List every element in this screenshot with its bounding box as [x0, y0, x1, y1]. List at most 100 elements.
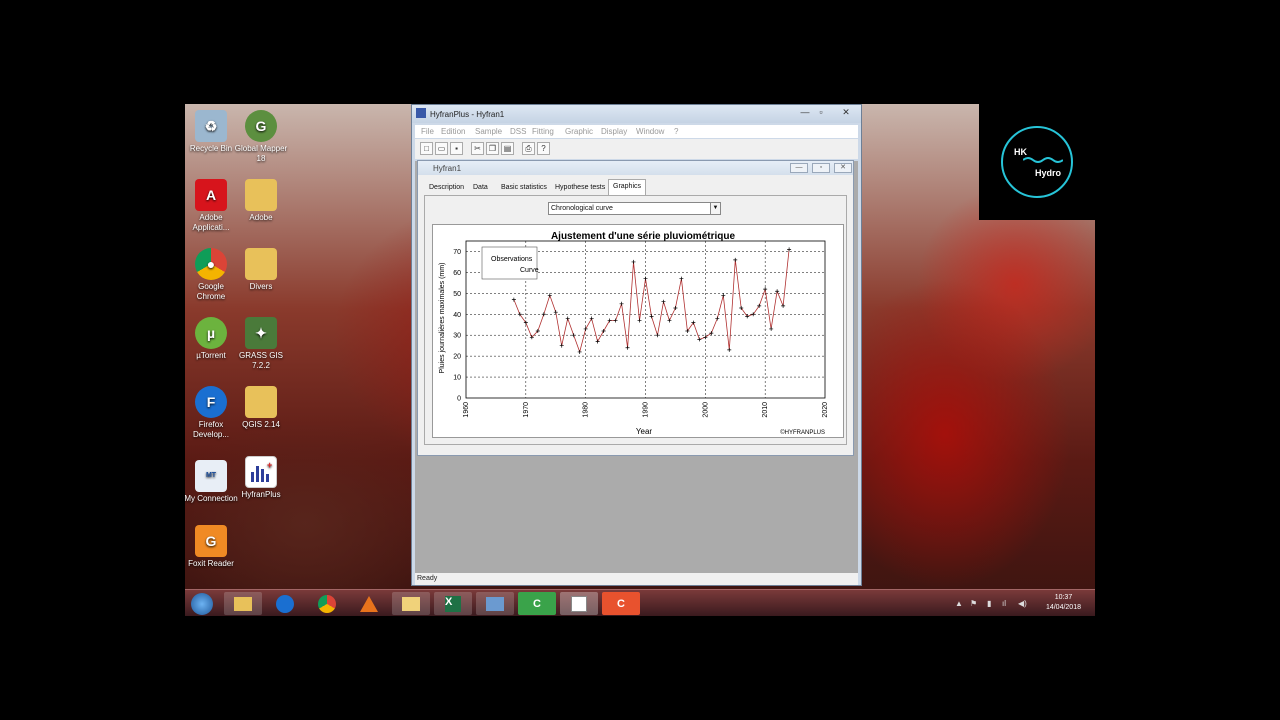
folder-icon[interactable]: [392, 592, 430, 615]
y-tick-label: 10: [453, 375, 461, 382]
menu-edition[interactable]: Edition: [441, 127, 465, 136]
desktop-icon-foxit-reader[interactable]: G Foxit Reader: [185, 525, 239, 569]
y-tick-label: 30: [453, 333, 461, 340]
global-mapper-icon: G: [245, 110, 277, 142]
svg-text:+: +: [267, 460, 272, 470]
y-axis-label: Pluies journalières maximales (mm): [439, 263, 446, 374]
network-icon[interactable]: ıl: [1002, 599, 1006, 608]
maroc-telecom-icon: MT: [195, 460, 227, 492]
x-tick-label: 2010: [762, 402, 769, 418]
desktop-icon-google-chrome[interactable]: ● Google Chrome: [185, 248, 239, 302]
menu-fitting[interactable]: Fitting: [532, 127, 554, 136]
graphic-type-select[interactable]: Chronological curve ▼: [548, 202, 721, 215]
desktop-icon-hyfranplus[interactable]: + HyfranPlus: [233, 456, 289, 500]
desktop-icon-global-mapper[interactable]: G Global Mapper 18: [233, 110, 289, 164]
window-icon[interactable]: [476, 592, 514, 615]
x-tick-label: 1990: [643, 402, 650, 418]
print-icon[interactable]: ⎙: [522, 142, 535, 155]
new-icon[interactable]: □: [420, 142, 433, 155]
y-tick-label: 50: [453, 291, 461, 298]
desktop-icon-utorrent[interactable]: µ µTorrent: [185, 317, 239, 361]
chevron-down-icon[interactable]: ▼: [710, 203, 720, 214]
menu-window[interactable]: Window: [636, 127, 664, 136]
window-titlebar[interactable]: HyfranPlus - Hyfran1 — ▫ ✕: [412, 105, 861, 123]
legend: Observations Curve: [481, 246, 539, 280]
matlab-icon[interactable]: [350, 592, 388, 615]
child-titlebar[interactable]: Hyfran1 — ▫ ✕: [418, 161, 853, 175]
camtasia-icon[interactable]: C: [518, 592, 556, 615]
maximize-button[interactable]: ▫: [811, 106, 831, 118]
hyfran-icon[interactable]: [560, 592, 598, 615]
tray-expand-icon[interactable]: ▲: [955, 599, 963, 608]
grass-gis-icon: ✦: [245, 317, 277, 349]
excel-icon[interactable]: X: [434, 592, 472, 615]
menu-help[interactable]: ?: [674, 127, 678, 136]
paste-icon[interactable]: ▤: [501, 142, 514, 155]
x-axis-label: Year: [636, 427, 653, 436]
battery-icon[interactable]: ▮: [987, 599, 991, 608]
tab-basic-statistics[interactable]: Basic statistics: [497, 181, 551, 195]
x-tick-label: 2020: [822, 402, 829, 418]
menu-bar: File Edition Sample DSS Fitting Graphic …: [415, 125, 858, 138]
menu-dss[interactable]: DSS: [510, 127, 526, 136]
tab-hypothese-tests[interactable]: Hypothese tests: [551, 181, 609, 195]
legend-box: [481, 246, 538, 280]
chart-panel: Ajustement d'une série pluviométrique Pl…: [432, 224, 844, 438]
hyfran-app-icon: [416, 108, 426, 118]
volume-icon[interactable]: ◀): [1018, 599, 1027, 608]
y-tick-label: 20: [453, 354, 461, 361]
menu-display[interactable]: Display: [601, 127, 627, 136]
close-button[interactable]: ✕: [836, 106, 856, 118]
wave-icon: [1023, 157, 1063, 163]
desktop-icon-adobe-folder[interactable]: Adobe: [233, 179, 289, 223]
child-title: Hyfran1: [433, 164, 462, 173]
x-tick-label: 1980: [583, 402, 590, 418]
adobe-icon: A: [195, 179, 227, 211]
utorrent-icon: µ: [195, 317, 227, 349]
child-minimize-button[interactable]: —: [790, 163, 808, 173]
action-center-icon[interactable]: ⚑: [970, 599, 977, 608]
chart-title: Ajustement d'une série pluviométrique: [551, 231, 736, 242]
x-tick-label: 1960: [463, 402, 470, 418]
save-icon[interactable]: ▪: [450, 142, 463, 155]
tab-description[interactable]: Description: [425, 181, 468, 195]
channel-logo: HK Hydro: [979, 104, 1095, 220]
taskbar: X C C ▲ ⚑ ▮ ıl ◀) 10:37 14/04/2018: [185, 589, 1095, 616]
desktop-icon-qgis[interactable]: QGIS 2.14: [233, 386, 289, 430]
tab-graphics[interactable]: Graphics: [608, 179, 647, 195]
chart-watermark: ©HYFRANPLUS: [780, 429, 825, 436]
copy-icon[interactable]: ❐: [486, 142, 499, 155]
child-close-button[interactable]: ✕: [834, 163, 852, 173]
status-bar: Ready: [415, 573, 858, 585]
clock[interactable]: 10:37 14/04/2018: [1046, 593, 1081, 613]
y-tick-label: 60: [453, 270, 461, 277]
camtasia-rec-icon[interactable]: C: [602, 592, 640, 615]
clock-time: 10:37: [1054, 594, 1073, 601]
firefox-icon[interactable]: [266, 592, 304, 615]
desktop-icon-my-connection[interactable]: MT My Connection: [185, 460, 239, 504]
desktop-icon-adobe-applications[interactable]: A Adobe Applicati...: [185, 179, 239, 233]
desktop-icon-firefox-developer[interactable]: F Firefox Develop...: [185, 386, 239, 440]
explorer-icon[interactable]: [224, 592, 262, 615]
desktop-icon-grass-gis[interactable]: ✦ GRASS GIS 7.2.2: [233, 317, 289, 371]
chart-svg: Ajustement d'une série pluviométrique Pl…: [439, 231, 829, 436]
desktop-icon-divers-folder[interactable]: Divers: [233, 248, 289, 292]
hyfran1-child-window: Hyfran1 — ▫ ✕ Description Data Basic sta…: [417, 160, 854, 456]
cut-icon[interactable]: ✂: [471, 142, 484, 155]
menu-file[interactable]: File: [421, 127, 434, 136]
x-tick-label: 2000: [702, 402, 709, 418]
folder-icon: [245, 179, 277, 211]
chrome-icon[interactable]: [308, 592, 346, 615]
toolbar: □ ▭ ▪ ✂ ❐ ▤ ⎙ ?: [415, 139, 858, 159]
desktop-icon-recycle-bin[interactable]: ♻ Recycle Bin: [185, 110, 239, 154]
menu-graphic[interactable]: Graphic: [565, 127, 593, 136]
logo-text-hydro: Hydro: [1035, 168, 1062, 178]
tab-data[interactable]: Data: [469, 181, 492, 195]
help-icon[interactable]: ?: [537, 142, 550, 155]
open-icon[interactable]: ▭: [435, 142, 448, 155]
start-icon[interactable]: [187, 592, 217, 615]
chrome-icon: ●: [195, 248, 227, 280]
menu-sample[interactable]: Sample: [475, 127, 502, 136]
recycle-bin-icon: ♻: [195, 110, 227, 142]
child-restore-button[interactable]: ▫: [812, 163, 830, 173]
